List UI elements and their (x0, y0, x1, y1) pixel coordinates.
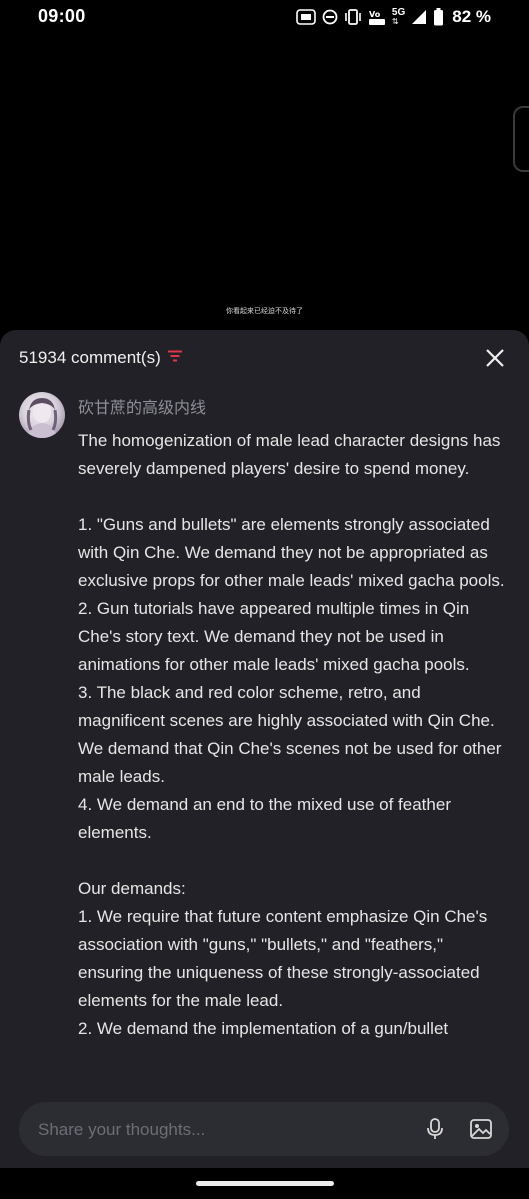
volte-icon: Vo (368, 8, 386, 26)
home-indicator[interactable] (196, 1181, 334, 1186)
input-placeholder: Share your thoughts... (38, 1120, 206, 1139)
microphone-icon[interactable] (423, 1117, 447, 1141)
network-label: 5G (391, 7, 406, 18)
comment-input[interactable]: Share your thoughts... (19, 1102, 509, 1156)
navigation-bar (0, 1168, 529, 1199)
video-subtitle: 你看起来已经迫不及待了 (226, 307, 303, 315)
status-bar: 09:00 Vo 5G ⇅ 82 % (0, 0, 529, 34)
comment-input-bar: Share your thoughts... (0, 1090, 529, 1168)
video-player[interactable]: 你看起来已经迫不及待了 (0, 34, 529, 330)
vibrate-icon (344, 9, 362, 25)
close-icon (486, 349, 504, 367)
signal-icon (411, 9, 427, 25)
dnd-icon (322, 9, 338, 25)
comments-sheet: 51934 comment(s) 砍甘蔗的高级内线 The homogeniza… (0, 330, 529, 1199)
data-arrows-icon: ⇅ (391, 17, 399, 26)
image-icon[interactable] (469, 1117, 493, 1141)
status-icons: Vo 5G ⇅ 82 % (296, 6, 491, 28)
side-panel-handle[interactable] (513, 106, 529, 172)
battery-icon (433, 8, 444, 26)
status-time: 09:00 (38, 6, 86, 26)
sort-icon[interactable] (167, 349, 183, 368)
close-button[interactable] (485, 348, 505, 368)
comment-count: 51934 comment(s) (19, 348, 161, 367)
comment-text: The homogenization of male lead characte… (78, 431, 505, 1038)
svg-text:Vo: Vo (369, 10, 381, 19)
network-indicator: 5G ⇅ (391, 7, 406, 27)
comments-header: 51934 comment(s) (19, 346, 183, 370)
battery-percent: 82 % (452, 7, 491, 26)
avatar[interactable] (19, 392, 65, 438)
comment-body: 砍甘蔗的高级内线 The homogenization of male lead… (78, 394, 510, 1043)
nfc-icon (296, 9, 316, 25)
comment-username[interactable]: 砍甘蔗的高级内线 (78, 394, 510, 418)
screen: 09:00 Vo 5G ⇅ 82 % 你看起来已经迫不及待了 51934 com… (0, 0, 529, 1199)
